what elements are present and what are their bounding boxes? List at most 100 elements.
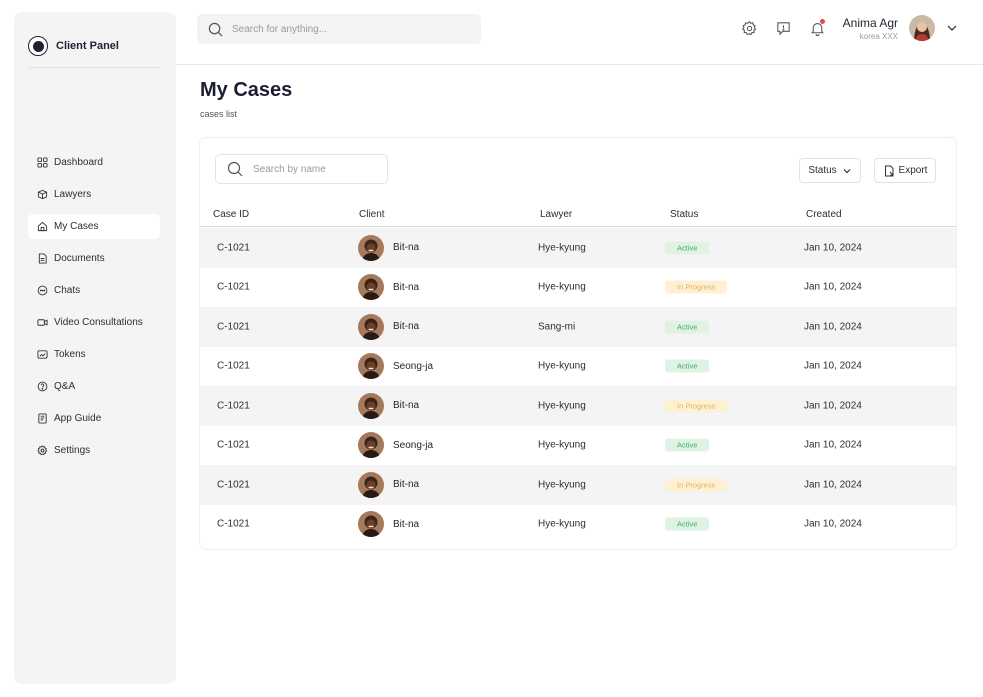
client-cell: Seong-ja	[358, 353, 434, 380]
gear-icon	[37, 445, 48, 456]
lawyer-name: Hye-kyung	[538, 281, 586, 293]
export-button[interactable]: Export	[874, 158, 936, 183]
sidebar-item-my-cases[interactable]: My Cases	[28, 214, 160, 239]
status-cell: In Progress	[665, 478, 728, 492]
sidebar-item-label: Dashboard	[54, 157, 103, 168]
created-date: Jan 10, 2024	[804, 439, 862, 451]
column-header-status[interactable]: Status	[670, 209, 698, 220]
topbar-actions	[740, 19, 826, 37]
sidebar-item-documents[interactable]: Documents	[28, 246, 160, 271]
column-header-lawyer[interactable]: Lawyer	[540, 209, 572, 220]
client-avatar	[358, 511, 384, 538]
sidebar: Client Panel Dashboard Lawyers My Cases Doc…	[14, 12, 176, 684]
lawyer-name: Sang-mi	[538, 321, 576, 333]
client-avatar	[358, 274, 384, 301]
user-name[interactable]: Anima Agr	[820, 16, 898, 30]
table-row[interactable]: C-1021 Bit-na Hye-kyung In Progress Jan 10, …	[200, 465, 956, 505]
client-avatar	[358, 313, 384, 340]
name-search[interactable]	[215, 154, 388, 184]
sidebar-item-label: Lawyers	[54, 189, 92, 200]
client-name: Bit-na	[393, 281, 420, 293]
sidebar-item-tokens[interactable]: Tokens	[28, 342, 160, 367]
table-header: Case ID Client Lawyer Status Created	[200, 207, 956, 227]
document-icon	[37, 253, 48, 264]
sidebar-item-app-guide[interactable]: App Guide	[28, 406, 160, 431]
page-subtitle: cases list	[200, 109, 238, 119]
client-avatar	[358, 353, 384, 380]
client-name: Bit-na	[393, 518, 420, 530]
chevron-down-icon	[843, 168, 851, 173]
settings-button[interactable]	[740, 19, 758, 37]
box-icon	[37, 189, 48, 200]
case-id: C-1021	[217, 360, 250, 372]
sidebar-item-lawyers[interactable]: Lawyers	[28, 182, 160, 207]
table-row[interactable]: C-1021 Bit-na Hye-kyung Active Jan 10, 2024	[200, 505, 956, 545]
created-date: Jan 10, 2024	[804, 360, 862, 372]
sidebar-item-label: Chats	[54, 285, 81, 296]
column-header-created[interactable]: Created	[806, 209, 842, 220]
client-cell: Bit-na	[358, 234, 419, 261]
case-id: C-1021	[217, 479, 250, 491]
brand-logo-icon	[28, 36, 48, 56]
sidebar-item-label: Documents	[54, 253, 105, 264]
topbar-divider	[176, 64, 983, 65]
user-avatar[interactable]	[909, 15, 935, 41]
sidebar-item-q-a[interactable]: Q&A	[28, 374, 160, 399]
page-title: My Cases	[200, 79, 293, 101]
brand[interactable]: Client Panel	[28, 36, 119, 56]
created-date: Jan 10, 2024	[804, 518, 862, 530]
created-date: Jan 10, 2024	[804, 479, 862, 491]
client-cell: Bit-na	[358, 313, 420, 340]
client-avatar	[358, 234, 384, 261]
chat-icon	[37, 285, 48, 296]
client-name: Seong-ja	[393, 360, 434, 372]
help-button[interactable]	[774, 19, 792, 37]
lawyer-name: Hye-kyung	[538, 479, 586, 491]
table-row[interactable]: C-1021 Bit-na Hye-kyung In Progress Jan 10, …	[200, 386, 956, 426]
home-icon	[37, 221, 48, 232]
video-icon	[37, 317, 48, 328]
sidebar-item-settings[interactable]: Settings	[28, 438, 160, 463]
lawyer-name: Hye-kyung	[538, 360, 586, 372]
status-filter-button[interactable]: Status	[799, 158, 861, 183]
status-badge: Active	[665, 438, 710, 452]
token-icon	[37, 349, 48, 360]
global-search-input[interactable]	[232, 23, 432, 35]
status-cell: Active	[665, 438, 710, 452]
table-row[interactable]: C-1021 Bit-na Hye-kyung Active Jan 10, 2024	[200, 228, 956, 268]
status-cell: Active	[665, 517, 710, 531]
name-search-input[interactable]	[253, 163, 373, 175]
export-label: Export	[898, 165, 928, 176]
sidebar-nav: Dashboard Lawyers My Cases Documents Chats Vi…	[28, 150, 160, 470]
status-badge: Active	[665, 320, 710, 334]
column-header-case-id[interactable]: Case ID	[213, 209, 249, 220]
client-avatar	[358, 432, 384, 459]
table-row[interactable]: C-1021 Seong-ja Hye-kyung Active Jan 10, 202…	[200, 426, 956, 466]
status-cell: Active	[665, 359, 710, 373]
sidebar-item-label: Q&A	[54, 381, 76, 392]
status-badge: In Progress	[665, 399, 728, 413]
case-id: C-1021	[217, 400, 250, 412]
table-row[interactable]: C-1021 Seong-ja Hye-kyung Active Jan 10, 202…	[200, 347, 956, 387]
sidebar-item-label: Settings	[54, 445, 91, 456]
client-avatar	[358, 471, 384, 498]
status-cell: Active	[665, 320, 710, 334]
chevron-down-icon[interactable]	[946, 22, 958, 34]
client-name: Bit-na	[393, 321, 420, 333]
client-avatar	[358, 392, 384, 419]
sidebar-item-video-consultations[interactable]: Video Consultations	[28, 310, 160, 335]
client-cell: Bit-na	[358, 471, 419, 498]
sidebar-item-dashboard[interactable]: Dashboard	[28, 150, 160, 175]
help-chat-icon	[776, 21, 790, 35]
client-cell: Bit-na	[358, 274, 420, 301]
lawyer-name: Hye-kyung	[538, 518, 586, 530]
sidebar-item-chats[interactable]: Chats	[28, 278, 160, 303]
grid-icon	[37, 157, 48, 168]
global-search[interactable]	[197, 14, 481, 44]
table-row[interactable]: C-1021 Bit-na Hye-kyung In Progress Jan 10, …	[200, 268, 956, 308]
status-badge: In Progress	[665, 478, 728, 492]
table-body: C-1021 Bit-na Hye-kyung Active Jan 10, 2024 C…	[200, 228, 956, 544]
column-header-client[interactable]: Client	[359, 209, 385, 220]
table-row[interactable]: C-1021 Bit-na Sang-mi Active Jan 10, 2024	[200, 307, 956, 347]
case-id: C-1021	[217, 321, 250, 333]
